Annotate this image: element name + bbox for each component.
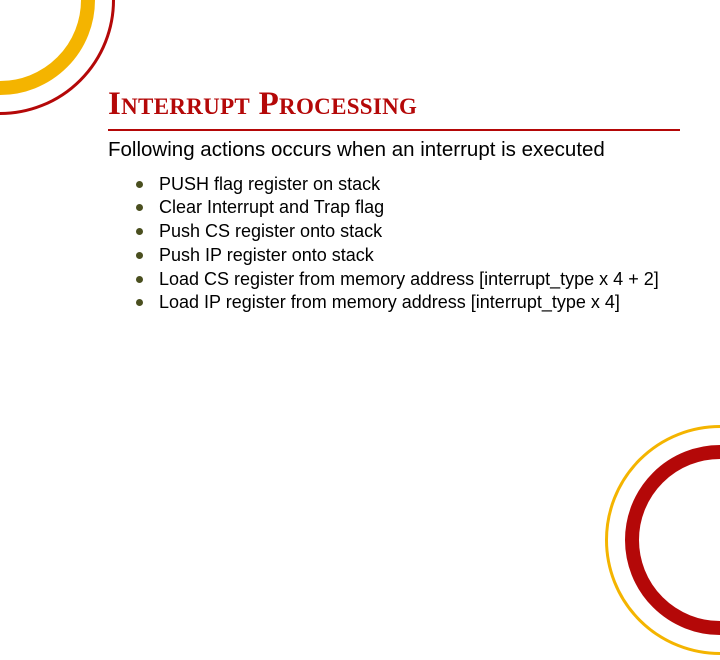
list-item: PUSH flag register on stack <box>136 173 680 197</box>
deco-ring-inner <box>625 445 720 635</box>
list-item: Push CS register onto stack <box>136 220 680 244</box>
list-item: Load CS register from memory address [in… <box>136 268 680 292</box>
bullet-icon <box>136 181 143 188</box>
list-item: Clear Interrupt and Trap flag <box>136 196 680 220</box>
bullet-text: Push IP register onto stack <box>159 244 680 268</box>
bullet-text: Load CS register from memory address [in… <box>159 268 680 292</box>
list-item: Load IP register from memory address [in… <box>136 291 680 315</box>
bullet-icon <box>136 276 143 283</box>
slide-content: Interrupt Processing Following actions o… <box>108 86 680 315</box>
bullet-icon <box>136 228 143 235</box>
bullet-icon <box>136 299 143 306</box>
bullet-text: Load IP register from memory address [in… <box>159 291 680 315</box>
slide-subtitle: Following actions occurs when an interru… <box>108 137 680 163</box>
bullet-text: Clear Interrupt and Trap flag <box>159 196 680 220</box>
bullet-text: Push CS register onto stack <box>159 220 680 244</box>
deco-ring-outer <box>0 0 115 115</box>
bullet-icon <box>136 204 143 211</box>
corner-decoration-bottom-right <box>600 420 720 660</box>
deco-ring-outer <box>605 425 720 655</box>
bullet-text: PUSH flag register on stack <box>159 173 680 197</box>
title-underline <box>108 129 680 131</box>
slide-title: Interrupt Processing <box>108 86 680 123</box>
bullet-icon <box>136 252 143 259</box>
corner-decoration-top-left <box>0 0 120 120</box>
bullet-list: PUSH flag register on stack Clear Interr… <box>136 173 680 316</box>
list-item: Push IP register onto stack <box>136 244 680 268</box>
deco-ring-inner <box>0 0 95 95</box>
